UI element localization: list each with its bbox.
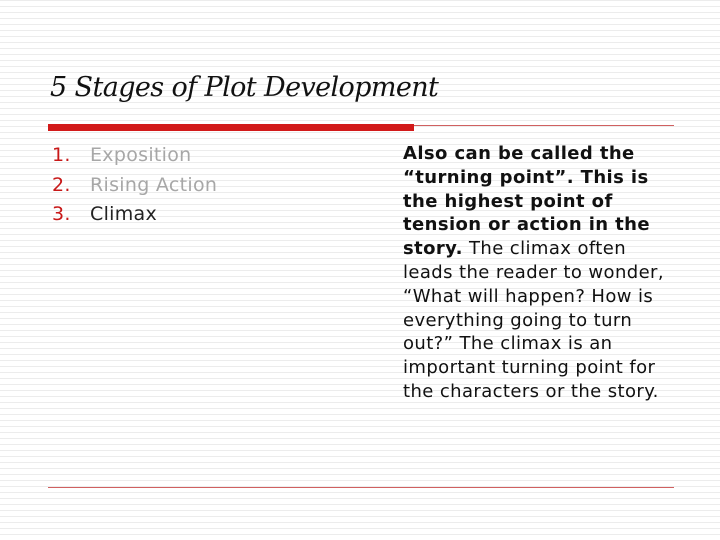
list-item-number: 1. — [52, 144, 71, 166]
list-item: 1. Exposition — [52, 141, 217, 171]
footer-rule — [48, 487, 674, 488]
list-item-number: 2. — [52, 173, 71, 196]
list-item: 3. Climax — [52, 200, 217, 230]
list-item-label: Exposition — [90, 144, 192, 166]
slide-title: 5 Stages of Plot Development — [50, 72, 439, 103]
stages-list: 1. Exposition 2. Rising Action 3. Climax — [52, 141, 217, 230]
list-item: 2. Rising Action — [52, 171, 217, 201]
climax-description: Also can be called the “turning point”. … — [403, 142, 678, 404]
list-item-number: 3. — [52, 203, 71, 225]
list-item-label: Climax — [90, 203, 158, 225]
description-text: The climax often leads the reader to won… — [403, 238, 664, 402]
list-item-label: Rising Action — [90, 173, 218, 196]
title-accent-bar — [48, 124, 414, 131]
